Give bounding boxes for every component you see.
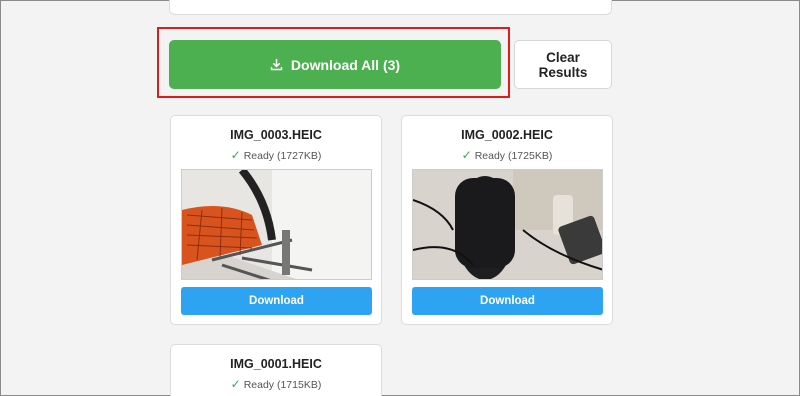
download-all-label: Download All (3) [290, 56, 401, 73]
file-status: ✓ Ready (1727KB) [230, 148, 322, 162]
file-name: IMG_0002.HEIC [461, 128, 553, 142]
result-card: IMG_0001.HEIC ✓ Ready (1715KB) [170, 344, 382, 396]
file-name: IMG_0003.HEIC [230, 128, 322, 142]
check-icon: ✓ [230, 148, 241, 162]
file-name: IMG_0001.HEIC [230, 357, 322, 371]
file-status: ✓ Ready (1725KB) [461, 148, 553, 162]
download-button[interactable]: Download [181, 287, 372, 315]
desk-photo [413, 170, 602, 279]
download-all-button[interactable]: Download All (3) [169, 40, 501, 89]
clear-results-button[interactable]: Clear Results [514, 40, 612, 89]
file-status: ✓ Ready (1715KB) [230, 377, 322, 391]
download-icon [270, 58, 283, 71]
result-card: IMG_0002.HEIC ✓ Ready (1725KB) Download [401, 115, 613, 325]
chair-photo [182, 170, 371, 279]
image-preview [412, 169, 603, 280]
previous-panel [169, 0, 612, 15]
download-button[interactable]: Download [412, 287, 603, 315]
result-card: IMG_0003.HEIC ✓ Ready (1727KB) Download [170, 115, 382, 325]
check-icon: ✓ [461, 148, 472, 162]
image-preview [181, 169, 372, 280]
check-icon: ✓ [230, 377, 241, 391]
